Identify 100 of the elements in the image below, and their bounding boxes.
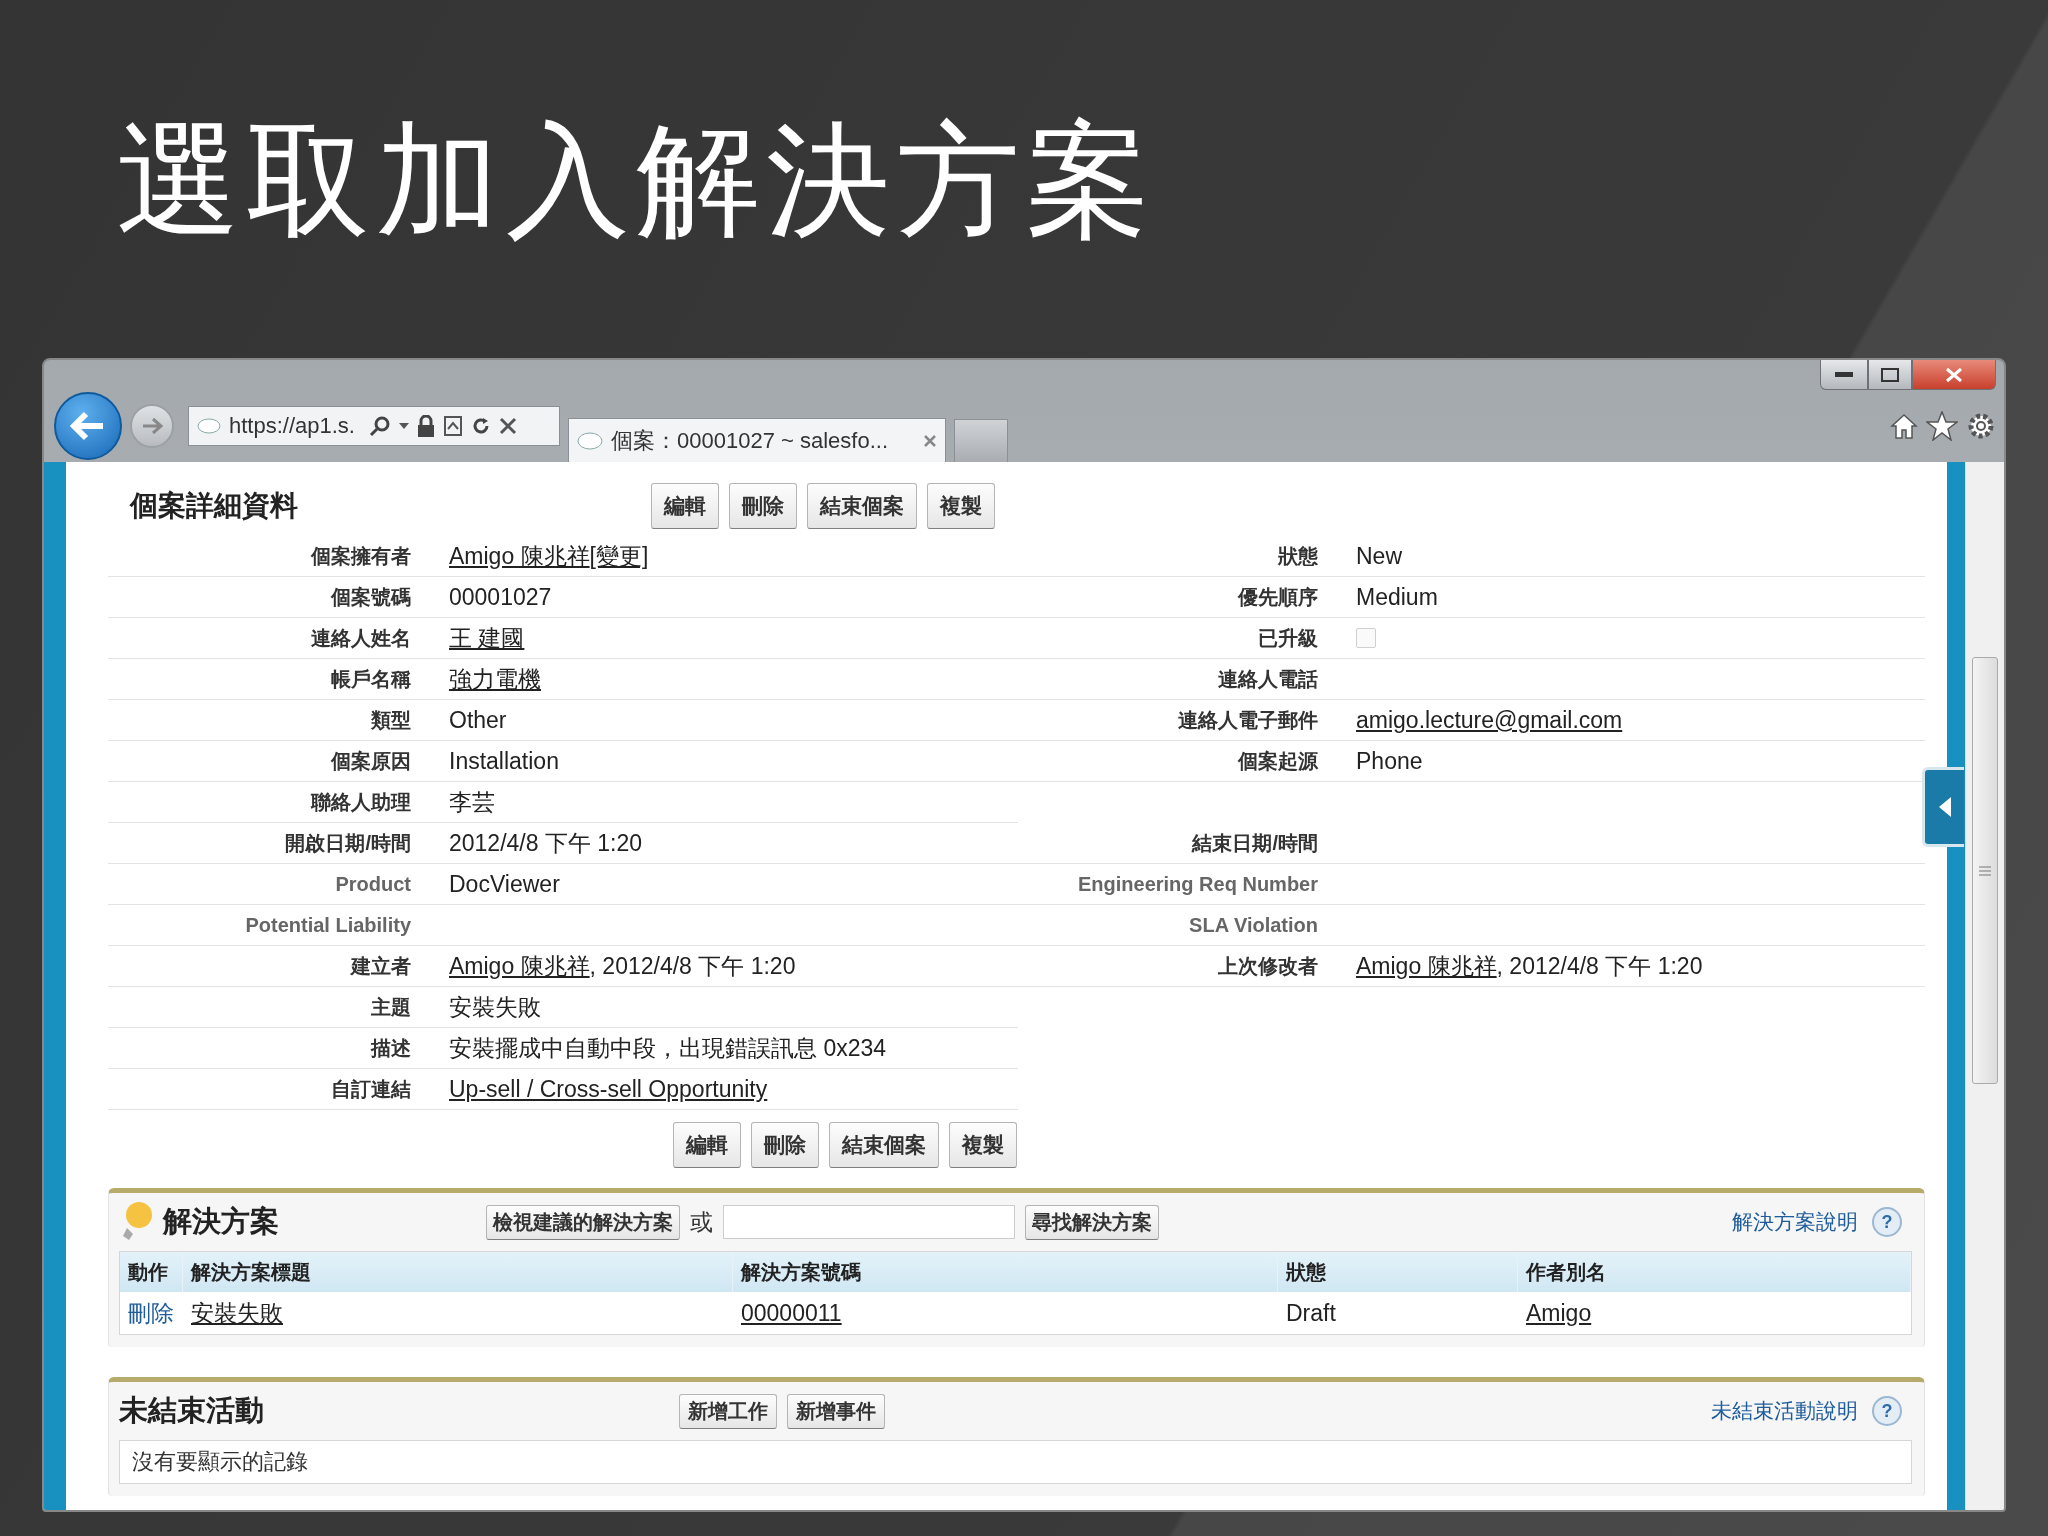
field-value: 00001027 bbox=[449, 583, 552, 611]
table-cell-text: Draft bbox=[1285, 1298, 1337, 1328]
help-icon[interactable]: ? bbox=[1872, 1207, 1902, 1238]
maximize-button[interactable] bbox=[1868, 360, 1912, 391]
star-icon[interactable] bbox=[1926, 411, 1958, 442]
value-link[interactable]: Amigo 陳兆祥 bbox=[449, 540, 590, 572]
value-link[interactable]: 王 建國 bbox=[449, 622, 525, 654]
home-icon[interactable] bbox=[1890, 412, 1918, 441]
value-link[interactable]: [變更] bbox=[589, 540, 649, 572]
field-label: 優先順序 bbox=[1238, 584, 1318, 610]
address-bar[interactable]: https://ap1.s. bbox=[188, 406, 560, 447]
new-activity-button[interactable]: 新增工作 bbox=[679, 1393, 777, 1429]
field-value: , 2012/4/8 下午 1:20 bbox=[589, 951, 796, 981]
field-label: 上次修改者 bbox=[1218, 953, 1318, 979]
search-icon[interactable] bbox=[368, 415, 391, 438]
column-header: 解決方案號碼 bbox=[733, 1252, 1278, 1293]
column-header: 作者別名 bbox=[1518, 1252, 1911, 1293]
column-header: 動作 bbox=[120, 1252, 183, 1293]
field-label: 建立者 bbox=[351, 953, 411, 979]
empty-message: 沒有要顯示的記錄 bbox=[119, 1440, 1912, 1485]
field-label: 個案擁有者 bbox=[311, 543, 411, 569]
field-label: 個案原因 bbox=[331, 748, 411, 774]
value-link[interactable]: amigo.lecture@gmail.com bbox=[1356, 706, 1623, 734]
column-header: 狀態 bbox=[1278, 1252, 1518, 1293]
field-label: 開啟日期/時間 bbox=[285, 830, 411, 856]
field-label: Engineering Req Number bbox=[1077, 872, 1318, 896]
action-button[interactable]: 結束個案 bbox=[807, 483, 917, 530]
minimize-button[interactable] bbox=[1820, 360, 1868, 391]
or-text: 或 bbox=[690, 1207, 713, 1237]
search-field[interactable] bbox=[723, 1205, 1015, 1240]
field-label: 描述 bbox=[371, 1035, 411, 1061]
slide-title: 選取加入解決方案 bbox=[116, 112, 1157, 249]
find-button[interactable]: 尋找解決方案 bbox=[1025, 1204, 1159, 1240]
value-link[interactable]: 強力電機 bbox=[449, 663, 541, 695]
field-label: 結束日期/時間 bbox=[1192, 830, 1318, 856]
new-activity-button[interactable]: 新增事件 bbox=[787, 1393, 885, 1429]
action-button[interactable]: 刪除 bbox=[751, 1122, 819, 1169]
lock-icon bbox=[416, 415, 435, 438]
close-icon[interactable] bbox=[923, 433, 937, 448]
compatibility-icon[interactable] bbox=[442, 415, 463, 438]
scrollbar[interactable] bbox=[1965, 462, 2004, 1510]
field-label: 自訂連結 bbox=[331, 1076, 411, 1102]
field-value: Phone bbox=[1356, 747, 1423, 775]
forward-button[interactable] bbox=[130, 404, 174, 449]
field-label: 聯絡人助理 bbox=[311, 789, 411, 815]
maximize-icon bbox=[1881, 367, 1899, 382]
page-icon bbox=[197, 417, 221, 436]
caret-icon bbox=[1938, 797, 1951, 818]
field-value: 安裝擺成中自動中段，出現錯誤訊息 0x234 bbox=[449, 1033, 887, 1063]
help-link[interactable]: 未結束活動說明 bbox=[1711, 1397, 1858, 1426]
value-link[interactable]: Up-sell / Cross-sell Opportunity bbox=[449, 1075, 768, 1103]
arrow-right-icon bbox=[140, 416, 164, 437]
field-label: 個案起源 bbox=[1238, 748, 1318, 774]
action-button[interactable]: 結束個案 bbox=[829, 1122, 939, 1169]
action-button[interactable]: 複製 bbox=[927, 483, 995, 530]
arrow-left-icon bbox=[70, 411, 106, 442]
dropdown-icon[interactable] bbox=[398, 423, 409, 430]
value-link[interactable]: Amigo 陳兆祥 bbox=[449, 950, 590, 982]
field-value: Installation bbox=[449, 747, 559, 775]
view-suggested-button[interactable]: 檢視建議的解決方案 bbox=[486, 1204, 680, 1240]
field-value: 李芸 bbox=[449, 787, 495, 817]
close-icon bbox=[1945, 366, 1963, 383]
field-value: New bbox=[1356, 542, 1402, 570]
field-label: 帳戶名稱 bbox=[331, 666, 411, 692]
panel-title: 解決方案 bbox=[163, 1204, 280, 1240]
action-button[interactable]: 編輯 bbox=[651, 483, 719, 530]
sidebar-toggle[interactable] bbox=[1922, 767, 1964, 848]
action-button[interactable]: 刪除 bbox=[729, 483, 797, 530]
help-link[interactable]: 解決方案說明 bbox=[1732, 1208, 1858, 1237]
action-button[interactable]: 編輯 bbox=[673, 1122, 741, 1169]
author-link[interactable]: Amigo bbox=[1526, 1299, 1592, 1327]
field-label: 連絡人姓名 bbox=[311, 625, 411, 651]
stop-icon[interactable] bbox=[498, 417, 517, 436]
delete-link[interactable]: 刪除 bbox=[128, 1297, 174, 1329]
field-value: Other bbox=[449, 706, 507, 734]
field-label: 已升級 bbox=[1258, 625, 1318, 651]
address-text: https://ap1.s. bbox=[229, 413, 355, 440]
field-value: DocViewer bbox=[449, 870, 560, 898]
field-label: SLA Violation bbox=[1189, 913, 1318, 937]
field-label: 個案號碼 bbox=[331, 584, 411, 610]
checkbox[interactable] bbox=[1356, 628, 1376, 649]
field-label: Product bbox=[335, 872, 411, 896]
value-link[interactable]: Amigo 陳兆祥 bbox=[1356, 950, 1497, 982]
browser-tab[interactable]: 個案：00001027 ~ salesfo... bbox=[568, 418, 946, 463]
field-label: 類型 bbox=[371, 707, 411, 733]
help-icon[interactable]: ? bbox=[1872, 1396, 1902, 1427]
field-label: 連絡人電話 bbox=[1218, 666, 1318, 692]
page-icon bbox=[577, 430, 603, 451]
field-value: 安裝失敗 bbox=[449, 992, 541, 1022]
field-label: 連絡人電子郵件 bbox=[1178, 707, 1318, 733]
field-value: 2012/4/8 下午 1:20 bbox=[449, 828, 643, 858]
solution-link[interactable]: 安裝失敗 bbox=[191, 1297, 283, 1329]
close-button[interactable] bbox=[1912, 360, 1996, 391]
minimize-icon bbox=[1835, 371, 1853, 378]
field-label: Potential Liability bbox=[245, 913, 411, 937]
action-button[interactable]: 複製 bbox=[949, 1122, 1017, 1169]
column-header: 解決方案標題 bbox=[183, 1252, 733, 1293]
solution-number-link[interactable]: 00000011 bbox=[741, 1299, 842, 1327]
new-tab-button[interactable] bbox=[954, 419, 1008, 463]
grip-icon bbox=[1979, 865, 1991, 876]
